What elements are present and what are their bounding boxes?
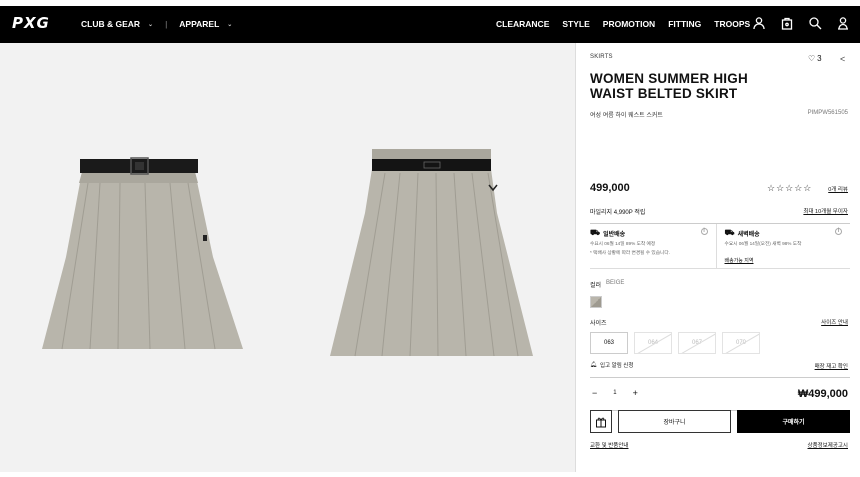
user-icon[interactable] xyxy=(752,16,766,30)
return-policy-link[interactable]: 교환 및 반품안내 xyxy=(590,441,628,449)
account-icon[interactable] xyxy=(836,16,850,30)
review-link[interactable]: 0개 리뷰 xyxy=(828,185,848,193)
quantity-stepper: − 1 + xyxy=(592,388,638,398)
product-images xyxy=(42,149,533,357)
dawn-delivery-eta: 수요시 06월 14일(오전) 새벽 98% 도착 xyxy=(724,241,802,246)
product-price: 499,000 xyxy=(590,182,630,194)
search-icon[interactable] xyxy=(808,16,822,30)
restock-alert[interactable]: 🔔︎ 입고 알림 신청 xyxy=(590,361,633,369)
size-option[interactable]: 070 xyxy=(722,332,760,354)
rating-stars: ☆☆☆☆☆ xyxy=(767,183,813,193)
quantity-value[interactable]: 1 xyxy=(613,390,616,396)
standard-delivery-eta: 수요시 06월 14일 89% 도착 예정 xyxy=(590,241,656,246)
like-count: 3 xyxy=(817,54,822,63)
nav-separator: | xyxy=(165,19,168,29)
bag-icon[interactable] xyxy=(780,16,794,30)
skirt-front-image[interactable] xyxy=(42,157,243,350)
nav-clearance[interactable]: CLEARANCE xyxy=(496,19,549,29)
product-subtitle: 여성 여름 하이 웨스트 스커트 xyxy=(590,113,663,119)
header-icons xyxy=(752,16,850,30)
increase-button[interactable]: + xyxy=(633,388,638,398)
size-option[interactable]: 063 xyxy=(590,332,628,354)
panel-divider xyxy=(575,43,576,472)
like-button[interactable]: ♡ 3 xyxy=(808,54,822,63)
size-label: 사이즈 xyxy=(590,321,607,327)
product-code: PIMPW561505 xyxy=(807,110,848,116)
skirt-back-image[interactable] xyxy=(330,149,533,357)
total-price: ₩499,000 xyxy=(797,388,848,400)
store-stock-link[interactable]: 매장 재고 확인 xyxy=(815,362,848,370)
truck-icon: ⛟ xyxy=(724,228,735,237)
restock-text: 입고 알림 신청 xyxy=(599,363,634,369)
points-info: 마일리지 4,990P 적립 xyxy=(590,210,646,216)
top-navigation-bar: PXG CLUB & GEAR ⌄ | APPAREL ⌄ CLEARANCE … xyxy=(0,0,860,43)
delivery-area-link[interactable]: 배송가능 지역 xyxy=(725,257,851,264)
nav-promotion[interactable]: PROMOTION xyxy=(603,19,655,29)
decrease-button[interactable]: − xyxy=(592,388,597,398)
standard-delivery: ⛟ 일반배송 수요시 06월 14일 89% 도착 예정 * 택배사 상황에 따… xyxy=(590,224,716,268)
installment-link[interactable]: 최대 10개월 무이자 xyxy=(803,207,848,215)
add-to-cart-button[interactable]: 장바구니 xyxy=(618,410,731,433)
product-gallery xyxy=(0,43,575,472)
info-icon[interactable]: i xyxy=(835,228,842,235)
size-options: 063 064 067 070 xyxy=(590,332,760,354)
nav-apparel[interactable]: APPAREL xyxy=(179,19,219,29)
truck-icon: ⛟ xyxy=(590,228,601,237)
quantity-row: − 1 + ₩499,000 xyxy=(590,377,850,411)
chevron-down-icon[interactable]: ⌄ xyxy=(148,21,153,28)
product-category[interactable]: SKIRTS xyxy=(590,54,613,60)
pxg-logo[interactable]: PXG xyxy=(12,14,50,32)
product-detail-panel: SKIRTS ♡ 3 < WOMEN SUMMER HIGH WAIST BEL… xyxy=(590,43,850,472)
color-value: BEIGE xyxy=(606,280,625,286)
standard-delivery-title: 일반배송 xyxy=(603,231,626,238)
chevron-down-icon[interactable]: ⌄ xyxy=(227,21,232,28)
color-swatch-beige[interactable] xyxy=(590,296,602,308)
buy-now-button[interactable]: 구매하기 xyxy=(737,410,850,433)
standard-delivery-note: * 택배사 상황에 따라 변경될 수 있습니다. xyxy=(590,250,670,255)
secondary-nav: CLEARANCE STYLE PROMOTION FITTING TROOPS xyxy=(496,19,750,29)
product-title: WOMEN SUMMER HIGH WAIST BELTED SKIRT xyxy=(590,71,748,101)
delivery-options: ⛟ 일반배송 수요시 06월 14일 89% 도착 예정 * 택배사 상황에 따… xyxy=(590,223,850,269)
size-option[interactable]: 067 xyxy=(678,332,716,354)
info-icon[interactable]: i xyxy=(700,228,708,235)
nav-style[interactable]: STYLE xyxy=(562,19,589,29)
share-icon[interactable]: < xyxy=(840,54,845,64)
size-option[interactable]: 064 xyxy=(634,332,672,354)
dawn-delivery-title: 새벽배송 xyxy=(737,231,760,238)
nav-fitting[interactable]: FITTING xyxy=(668,19,701,29)
color-label: 컬러 xyxy=(590,283,602,289)
bell-icon: 🔔︎ xyxy=(590,362,597,368)
product-info-link[interactable]: 상품정보제공고시 xyxy=(808,441,848,449)
size-guide-link[interactable]: 사이즈 안내 xyxy=(821,318,848,326)
heart-icon: ♡ xyxy=(808,54,816,63)
color-row: 컬러 BEIGE xyxy=(590,280,624,289)
gift-button[interactable] xyxy=(590,410,612,433)
primary-nav: CLUB & GEAR ⌄ | APPAREL ⌄ xyxy=(81,19,232,29)
nav-club-gear[interactable]: CLUB & GEAR xyxy=(81,19,140,29)
gift-icon xyxy=(596,417,606,427)
dawn-delivery: ⛟ 새벽배송 수요시 06월 14일(오전) 새벽 98% 도착 배송가능 지역… xyxy=(715,224,851,268)
nav-troops[interactable]: TROOPS xyxy=(714,19,750,29)
